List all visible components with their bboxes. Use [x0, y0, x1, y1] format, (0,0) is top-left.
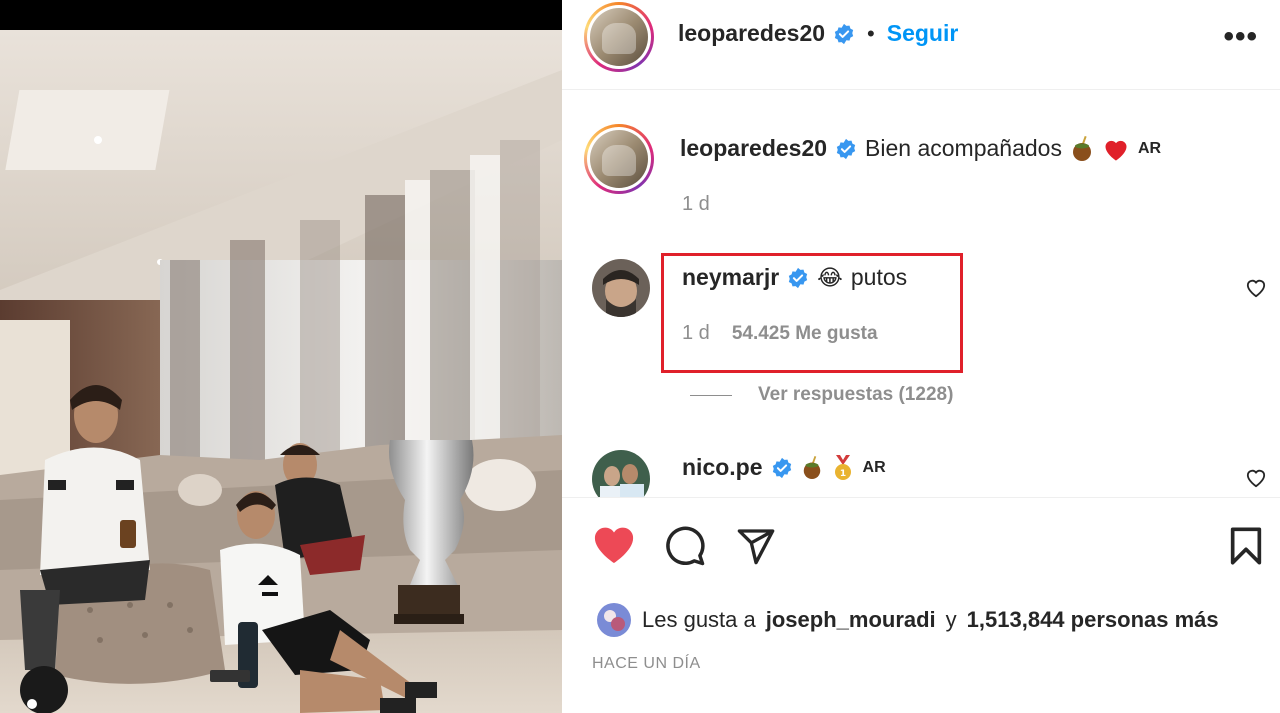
photo-top-bar	[0, 0, 562, 30]
likes-prefix: Les gusta a	[642, 607, 756, 632]
post-photo[interactable]	[0, 0, 562, 713]
view-replies-label: Ver respuestas (1228)	[758, 384, 954, 405]
liker-username[interactable]: joseph_mouradi	[766, 607, 936, 633]
comment-like-heart-icon[interactable]	[1245, 468, 1267, 488]
verified-badge-icon	[834, 23, 854, 44]
highlight-box	[661, 253, 963, 373]
separator-dot: •	[867, 20, 875, 46]
comment-nicope: nico.pe 1 AR	[682, 454, 886, 481]
view-replies-button[interactable]: Ver respuestas (1228)	[690, 384, 953, 406]
post-header: leoparedes20 • Seguir •••	[562, 0, 1280, 90]
red-heart-icon	[1105, 140, 1127, 161]
comment-avatar-nicope[interactable]	[592, 450, 650, 497]
replies-divider	[690, 394, 732, 396]
tagged-users-button[interactable]	[20, 666, 68, 713]
author-avatar[interactable]	[584, 2, 654, 72]
save-bookmark-icon[interactable]	[1228, 526, 1264, 566]
comment-icon[interactable]	[664, 525, 706, 567]
argentina-flag-text: AR	[1137, 139, 1162, 157]
likes-summary: Les gusta a joseph_mouradi y 1,513,844 p…	[596, 602, 1219, 638]
caption-text: Bien acompañados	[865, 135, 1062, 161]
comment-author-username[interactable]: nico.pe	[682, 454, 763, 481]
comment-avatar-neymarjr[interactable]	[592, 259, 650, 317]
verified-badge-icon	[836, 138, 856, 159]
caption: leoparedes20 Bien acompañados AR	[680, 135, 1161, 162]
post-details-panel: leoparedes20 • Seguir ••• leoparedes20 B…	[562, 0, 1280, 713]
user-icon	[27, 699, 37, 713]
share-send-icon[interactable]	[735, 526, 777, 566]
comment-like-heart-icon[interactable]	[1245, 278, 1267, 298]
medal-icon: 1	[834, 454, 851, 480]
like-heart-filled-icon[interactable]	[591, 523, 637, 565]
follow-button[interactable]: Seguir	[887, 20, 959, 47]
mate-icon	[1072, 135, 1091, 161]
liker-avatar[interactable]	[596, 602, 632, 638]
post-timestamp: HACE UN DÍA	[592, 655, 701, 672]
svg-text:1: 1	[839, 469, 845, 479]
comment-nicope-clip: nico.pe 1 AR	[562, 440, 1280, 497]
more-options-icon[interactable]: •••	[1223, 20, 1258, 54]
caption-time: 1 d	[682, 193, 710, 215]
caption-author-username[interactable]: leoparedes20	[680, 135, 827, 162]
argentina-flag-text: AR	[862, 458, 886, 476]
photo-scene	[0, 30, 562, 713]
author-username[interactable]: leoparedes20	[678, 20, 825, 47]
mate-icon	[803, 455, 820, 479]
verified-badge-icon	[772, 457, 791, 478]
caption-author-avatar[interactable]	[584, 124, 654, 194]
likes-connector: y	[945, 607, 957, 632]
likes-count[interactable]: 1,513,844 personas más	[967, 607, 1219, 633]
